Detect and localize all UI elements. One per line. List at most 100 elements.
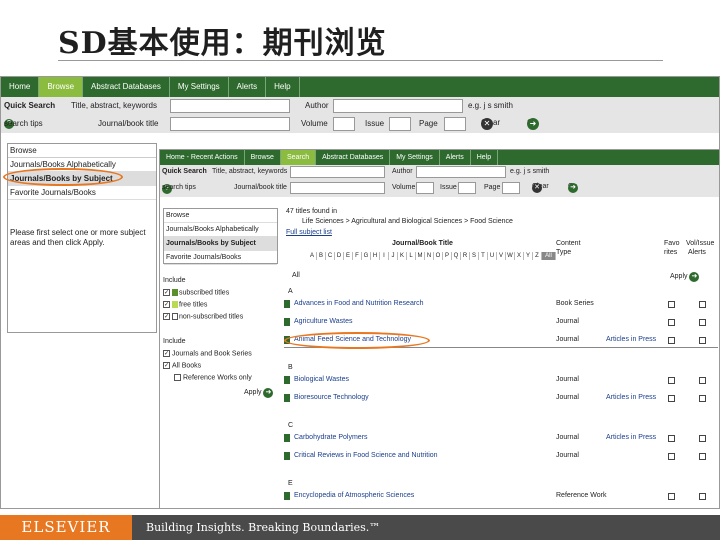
checkbox[interactable]: ✓ xyxy=(163,289,170,296)
tab-my-settings[interactable]: My Settings xyxy=(390,150,440,165)
tab-abstract-databases[interactable]: Abstract Databases xyxy=(83,77,170,97)
title-abstract-input[interactable] xyxy=(170,99,290,113)
articles-in-press-link[interactable]: Articles in Press xyxy=(606,336,656,343)
include-non-subscribed[interactable]: ✓ non-subscribed titles xyxy=(163,313,243,320)
letter-c[interactable]: C xyxy=(326,252,335,260)
letter-m[interactable]: M xyxy=(416,252,425,260)
letter-k[interactable]: K xyxy=(398,252,407,260)
page-input[interactable] xyxy=(502,182,520,194)
issue-input[interactable] xyxy=(389,117,411,131)
letter-o[interactable]: O xyxy=(434,252,443,260)
letter-l[interactable]: L xyxy=(407,252,416,260)
letter-y[interactable]: Y xyxy=(524,252,533,260)
journal-title-link[interactable]: Biological Wastes xyxy=(294,376,349,383)
alert-checkbox[interactable] xyxy=(699,395,706,402)
apply-button-left[interactable]: Apply ➜ xyxy=(244,388,274,398)
alert-checkbox[interactable] xyxy=(699,337,706,344)
letter-n[interactable]: N xyxy=(425,252,434,260)
letter-a[interactable]: A xyxy=(308,252,317,260)
checkbox[interactable]: ✓ xyxy=(163,313,170,320)
tab-abstract-databases[interactable]: Abstract Databases xyxy=(316,150,391,165)
checkbox[interactable] xyxy=(174,374,181,381)
include-subscribed[interactable]: ✓ subscribed titles xyxy=(163,289,229,296)
subject-breadcrumb[interactable]: Life Sciences > Agricultural and Biologi… xyxy=(302,218,513,225)
full-subject-list-link[interactable]: Full subject list xyxy=(286,229,332,236)
journal-title-link[interactable]: Agriculture Wastes xyxy=(294,318,352,325)
journal-title-link[interactable]: Carbohydrate Polymers xyxy=(294,434,368,441)
alert-checkbox[interactable] xyxy=(699,453,706,460)
author-input[interactable] xyxy=(333,99,463,113)
favorite-checkbox[interactable] xyxy=(668,319,675,326)
letter-h[interactable]: H xyxy=(371,252,380,260)
include-all-books[interactable]: ✓ All Books xyxy=(163,362,201,369)
alert-checkbox[interactable] xyxy=(699,301,706,308)
tab-home-recent[interactable]: Home - Recent Actions xyxy=(160,150,245,165)
tab-my-settings[interactable]: My Settings xyxy=(170,77,229,97)
browse-alphabetically-link[interactable]: Journals/Books Alphabetically xyxy=(164,223,277,237)
letter-z[interactable]: Z xyxy=(533,252,542,260)
favorite-journals-link[interactable]: Favorite Journals/Books xyxy=(8,186,156,200)
alert-checkbox[interactable] xyxy=(699,493,706,500)
articles-in-press-link[interactable]: Articles in Press xyxy=(606,434,656,441)
alert-checkbox[interactable] xyxy=(699,435,706,442)
letter-all[interactable]: All xyxy=(542,252,556,260)
tab-help[interactable]: Help xyxy=(471,150,499,165)
checkbox[interactable]: ✓ xyxy=(163,362,170,369)
checkbox[interactable]: ✓ xyxy=(163,301,170,308)
include-journals-book-series[interactable]: ✓ Journals and Book Series xyxy=(163,350,252,357)
favorite-checkbox[interactable] xyxy=(668,337,675,344)
letter-t[interactable]: T xyxy=(479,252,488,260)
volume-input[interactable] xyxy=(333,117,355,131)
letter-u[interactable]: U xyxy=(488,252,497,260)
journal-title-input[interactable] xyxy=(290,182,385,194)
journal-title-input[interactable] xyxy=(170,117,290,131)
letter-w[interactable]: W xyxy=(506,252,515,260)
letter-g[interactable]: G xyxy=(362,252,371,260)
favorite-checkbox[interactable] xyxy=(668,301,675,308)
journal-title-link[interactable]: Advances in Food and Nutrition Research xyxy=(294,300,424,307)
tab-help[interactable]: Help xyxy=(266,77,300,97)
author-input[interactable] xyxy=(416,166,506,178)
letter-d[interactable]: D xyxy=(335,252,344,260)
letter-v[interactable]: V xyxy=(497,252,506,260)
include-reference-works[interactable]: Reference Works only xyxy=(174,374,252,381)
letter-f[interactable]: F xyxy=(353,252,362,260)
letter-r[interactable]: R xyxy=(461,252,470,260)
volume-input[interactable] xyxy=(416,182,434,194)
letter-p[interactable]: P xyxy=(443,252,452,260)
letter-s[interactable]: S xyxy=(470,252,479,260)
tab-alerts[interactable]: Alerts xyxy=(440,150,471,165)
browse-by-subject-link[interactable]: Journals/Books by Subject xyxy=(164,237,277,251)
tab-browse[interactable]: Browse xyxy=(245,150,281,165)
apply-button-right[interactable]: Apply ➜ xyxy=(670,272,700,282)
issue-input[interactable] xyxy=(458,182,476,194)
letter-q[interactable]: Q xyxy=(452,252,461,260)
letter-b[interactable]: B xyxy=(317,252,326,260)
favorite-checkbox[interactable] xyxy=(668,377,675,384)
col-journal-title: Journal/Book Title xyxy=(392,240,453,247)
favorite-checkbox[interactable] xyxy=(668,435,675,442)
articles-in-press-link[interactable]: Articles in Press xyxy=(606,394,656,401)
tab-home[interactable]: Home xyxy=(1,77,40,97)
journal-title-link[interactable]: Critical Reviews in Food Science and Nut… xyxy=(294,452,438,459)
journal-title-link[interactable]: Bioresource Technology xyxy=(294,394,369,401)
favorite-checkbox[interactable] xyxy=(668,395,675,402)
page-input[interactable] xyxy=(444,117,466,131)
letter-j[interactable]: J xyxy=(389,252,398,260)
letter-e[interactable]: E xyxy=(344,252,353,260)
checkbox[interactable]: ✓ xyxy=(163,350,170,357)
tab-alerts[interactable]: Alerts xyxy=(229,77,267,97)
favorite-checkbox[interactable] xyxy=(668,453,675,460)
alert-checkbox[interactable] xyxy=(699,319,706,326)
favorite-checkbox[interactable] xyxy=(668,493,675,500)
tab-search[interactable]: Search xyxy=(280,150,317,165)
journal-title-link[interactable]: Encyclopedia of Atmospheric Sciences xyxy=(294,492,414,499)
favorite-journals-link[interactable]: Favorite Journals/Books xyxy=(164,251,277,265)
alert-checkbox[interactable] xyxy=(699,377,706,384)
content-type: Journal xyxy=(556,376,579,383)
letter-x[interactable]: X xyxy=(515,252,524,260)
tab-browse[interactable]: Browse xyxy=(39,77,84,97)
title-abstract-input[interactable] xyxy=(290,166,385,178)
letter-i[interactable]: I xyxy=(380,252,389,260)
include-free[interactable]: ✓ free titles xyxy=(163,301,207,308)
